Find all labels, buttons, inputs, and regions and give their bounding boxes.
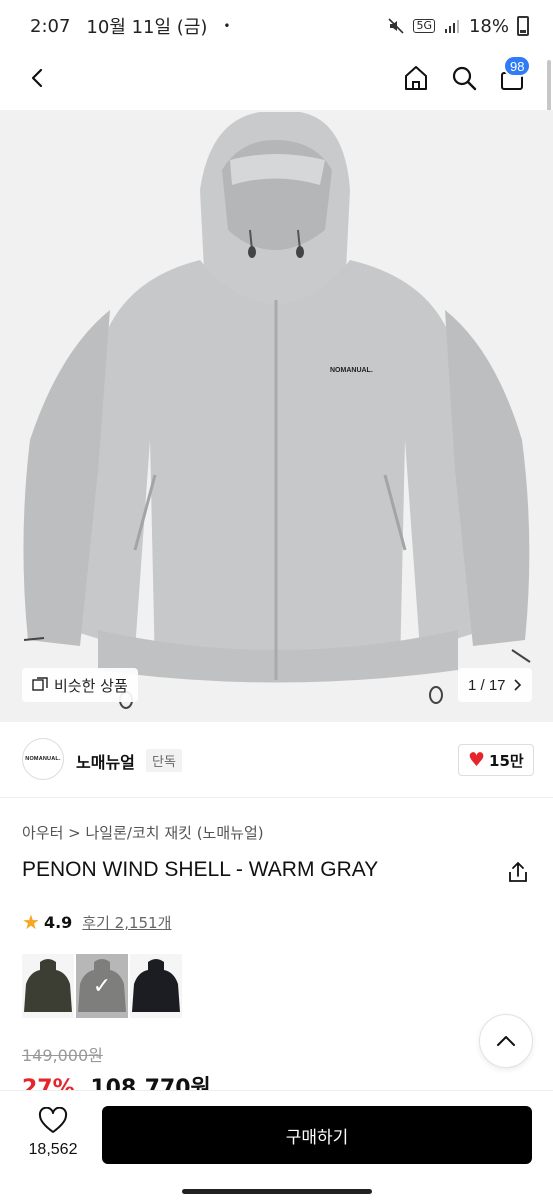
jacket-thumbnail-olive (24, 959, 72, 1012)
status-bar: 2:07 10월 11일 (금) • 5G 18% (0, 0, 553, 52)
status-dot: • (223, 19, 231, 33)
wishlist-count: 18,562 (28, 1141, 78, 1158)
product-title: PENON WIND SHELL - WARM GRAY (22, 858, 379, 881)
color-option-black[interactable] (130, 954, 182, 1018)
wishlist-button[interactable]: 18,562 (20, 1106, 86, 1159)
network-badge: 5G (413, 19, 435, 33)
buy-button[interactable]: 구매하기 (102, 1106, 532, 1164)
chevron-up-icon (497, 1036, 515, 1046)
star-icon: ★ (22, 910, 40, 934)
image-counter[interactable]: 1 / 17 (458, 668, 532, 702)
chevron-right-icon (513, 679, 521, 691)
rating-row: ★ 4.9 후기 2,151개 (22, 910, 171, 934)
brand-like-count: 15만 (489, 751, 524, 770)
status-icons: 5G 18% (387, 16, 529, 37)
search-icon (452, 66, 477, 91)
color-option-warm-gray[interactable] (76, 954, 128, 1018)
chevron-left-icon (31, 68, 43, 88)
jacket-thumbnail-warm-gray (78, 959, 126, 1012)
top-nav (0, 52, 553, 104)
brand-row: NOMANUAL. 노매뉴얼 단독 ♥ 15만 (0, 722, 553, 798)
review-link[interactable]: 후기 2,151개 (82, 912, 171, 933)
product-image-carousel[interactable]: NOMANUAL. (0, 110, 553, 722)
heart-filled-icon: ♥ (468, 749, 486, 771)
similar-icon (32, 677, 48, 691)
cart-count-badge: 98 (503, 55, 532, 77)
image-counter-text: 1 / 17 (468, 676, 506, 694)
battery-percent: 18% (468, 15, 509, 37)
share-icon (509, 862, 527, 882)
bottom-action-bar: 18,562 구매하기 (0, 1090, 553, 1200)
brand-name[interactable]: 노매뉴얼 (76, 749, 135, 773)
color-options (22, 954, 182, 1018)
status-time: 2:07 (30, 15, 71, 37)
brand-like-button[interactable]: ♥ 15만 (458, 744, 534, 776)
original-price: 149,000원 (22, 1046, 103, 1065)
scroll-to-top-button[interactable] (479, 1014, 533, 1068)
rating-score: 4.9 (43, 912, 73, 932)
brand-logo-text: NOMANUAL. (25, 756, 61, 762)
brand-logo[interactable]: NOMANUAL. (22, 738, 64, 780)
jacket-thumbnail-black (132, 959, 180, 1012)
similar-products-label: 비슷한 상품 (54, 676, 128, 695)
battery-icon (517, 16, 529, 36)
heart-outline-icon (38, 1106, 68, 1133)
share-button[interactable] (506, 860, 532, 886)
color-option-olive[interactable] (22, 954, 74, 1018)
home-icon (405, 66, 427, 90)
similar-products-button[interactable]: 비슷한 상품 (22, 668, 138, 702)
jacket-brand-print: NOMANUAL. (330, 367, 373, 374)
signal-icon (444, 20, 459, 33)
category-breadcrumb[interactable]: 아우터 > 나일론/코치 재킷 (노매뉴얼) (22, 822, 264, 843)
search-button[interactable] (446, 60, 482, 96)
home-button[interactable] (398, 60, 434, 96)
exclusive-tag: 단독 (146, 749, 182, 772)
jacket-image: NOMANUAL. (23, 112, 531, 709)
status-date: 10월 11일 (금) (86, 17, 208, 38)
mute-icon (388, 18, 405, 34)
back-button[interactable] (20, 60, 56, 96)
home-indicator[interactable] (182, 1189, 372, 1194)
